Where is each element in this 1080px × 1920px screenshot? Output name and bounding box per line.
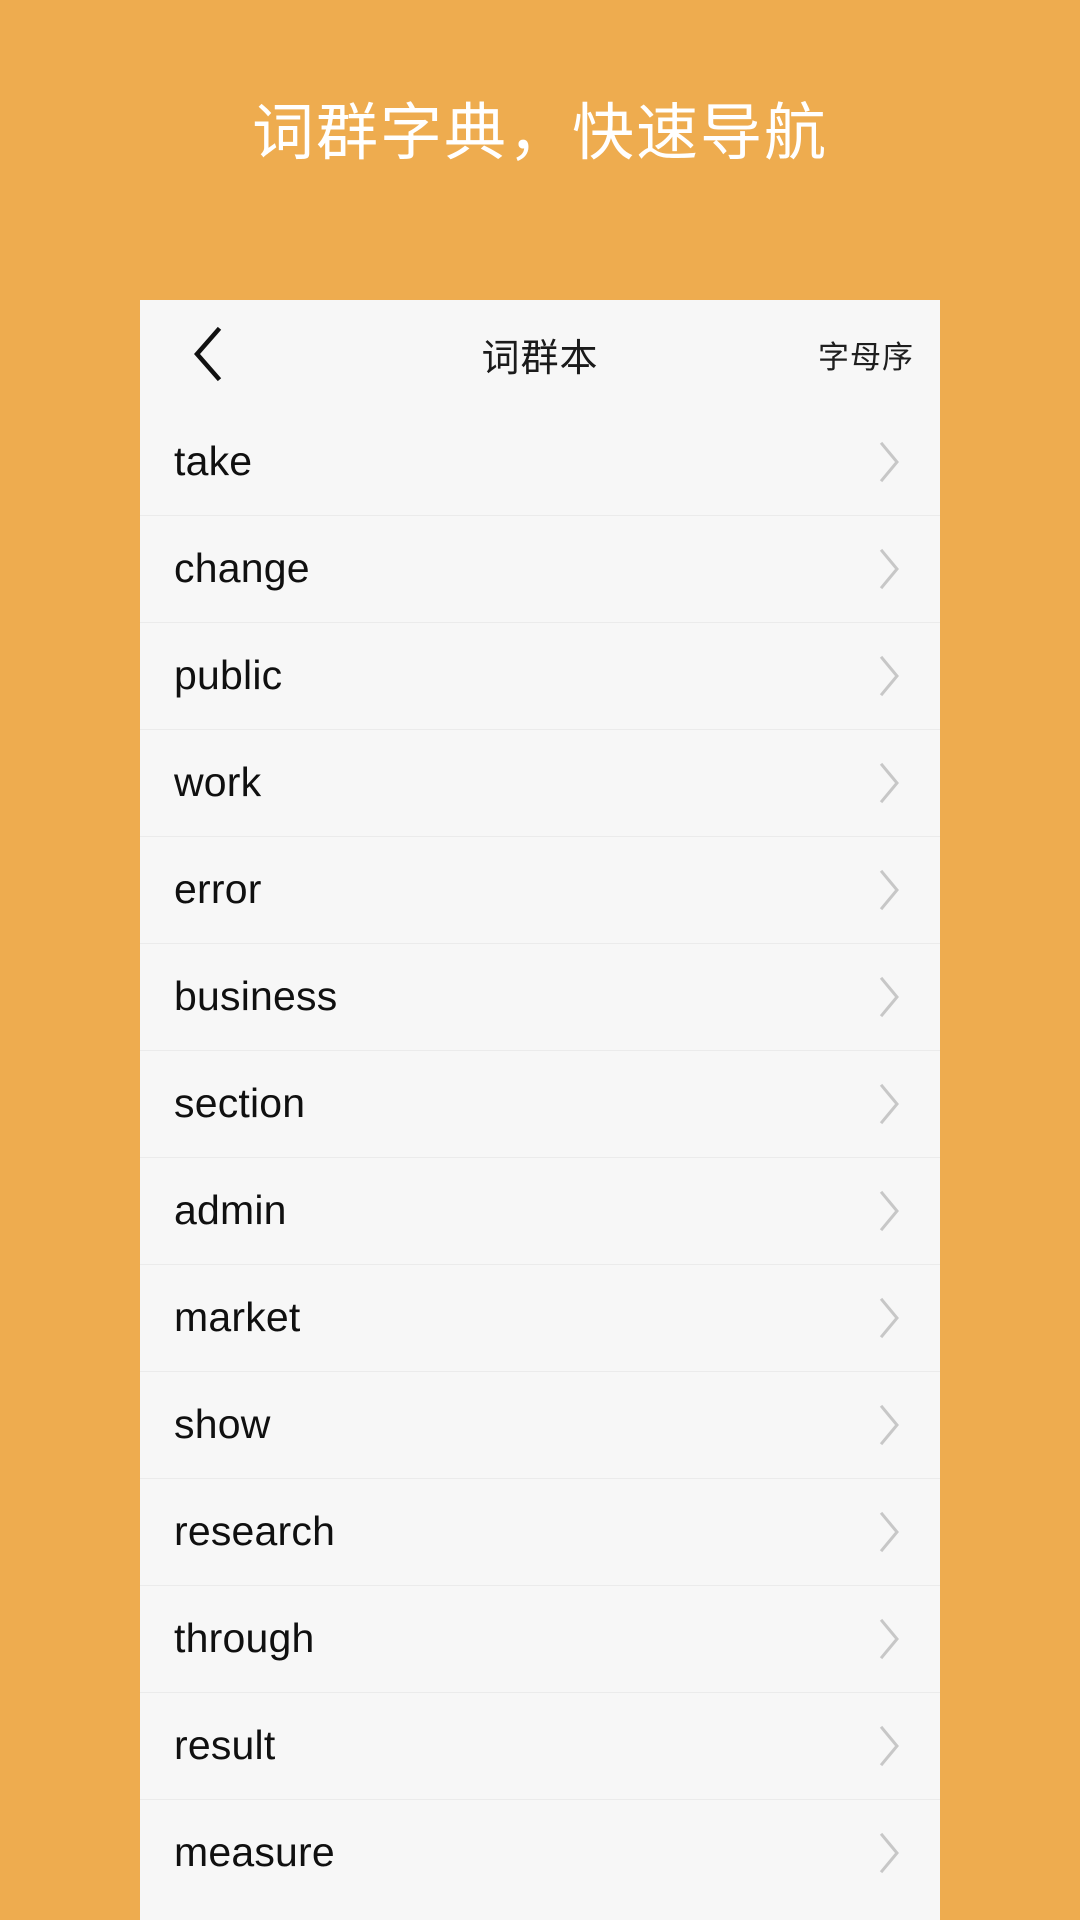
nav-bar: 词群本 字母序 [140,300,940,408]
list-item-label: research [174,1508,336,1554]
list-item-label: take [174,438,253,484]
chevron-right-icon [870,976,910,1017]
list-item[interactable]: section [140,1050,940,1157]
chevron-right-icon [870,1190,910,1231]
phone-screenshot-card: 词群本 字母序 take change public work error busines… [140,300,940,1920]
chevron-right-icon [870,869,910,910]
list-item-label: market [174,1294,301,1340]
list-item[interactable]: through [140,1585,940,1692]
list-item[interactable]: business [140,943,940,1050]
list-item-label: show [174,1401,271,1447]
sort-order-button[interactable]: 字母序 [818,300,914,408]
chevron-right-icon [870,441,910,482]
chevron-right-icon [870,1404,910,1445]
chevron-right-icon [870,1083,910,1124]
list-item[interactable]: work [140,729,940,836]
list-item-label: through [174,1615,315,1661]
list-item[interactable]: measure [140,1799,940,1906]
chevron-right-icon [870,1618,910,1659]
word-group-list[interactable]: take change public work error business section… [140,408,940,1906]
list-item-label: work [174,759,262,805]
list-item[interactable]: show [140,1371,940,1478]
list-item-label: result [174,1722,276,1768]
chevron-right-icon [870,655,910,696]
list-item-label: section [174,1080,306,1126]
list-item-label: business [174,973,338,1019]
chevron-right-icon [870,1297,910,1338]
list-item-label: admin [174,1187,287,1233]
list-item[interactable]: result [140,1692,940,1799]
list-item[interactable]: change [140,515,940,622]
chevron-right-icon [870,1511,910,1552]
chevron-right-icon [870,548,910,589]
promo-screen: 词群字典，快速导航 词群本 字母序 take change public work er… [0,0,1080,1920]
list-item-label: error [174,866,262,912]
list-item-label: measure [174,1829,335,1875]
chevron-right-icon [870,1832,910,1873]
promo-headline: 词群字典，快速导航 [251,99,828,168]
chevron-right-icon [870,1725,910,1766]
chevron-right-icon [870,762,910,803]
list-item[interactable]: public [140,622,940,729]
list-item[interactable]: admin [140,1157,940,1264]
list-item[interactable]: research [140,1478,940,1585]
list-item[interactable]: error [140,836,940,943]
list-item[interactable]: market [140,1264,940,1371]
list-item-label: change [174,545,310,591]
list-item-label: public [174,652,283,698]
list-item[interactable]: take [140,408,940,515]
